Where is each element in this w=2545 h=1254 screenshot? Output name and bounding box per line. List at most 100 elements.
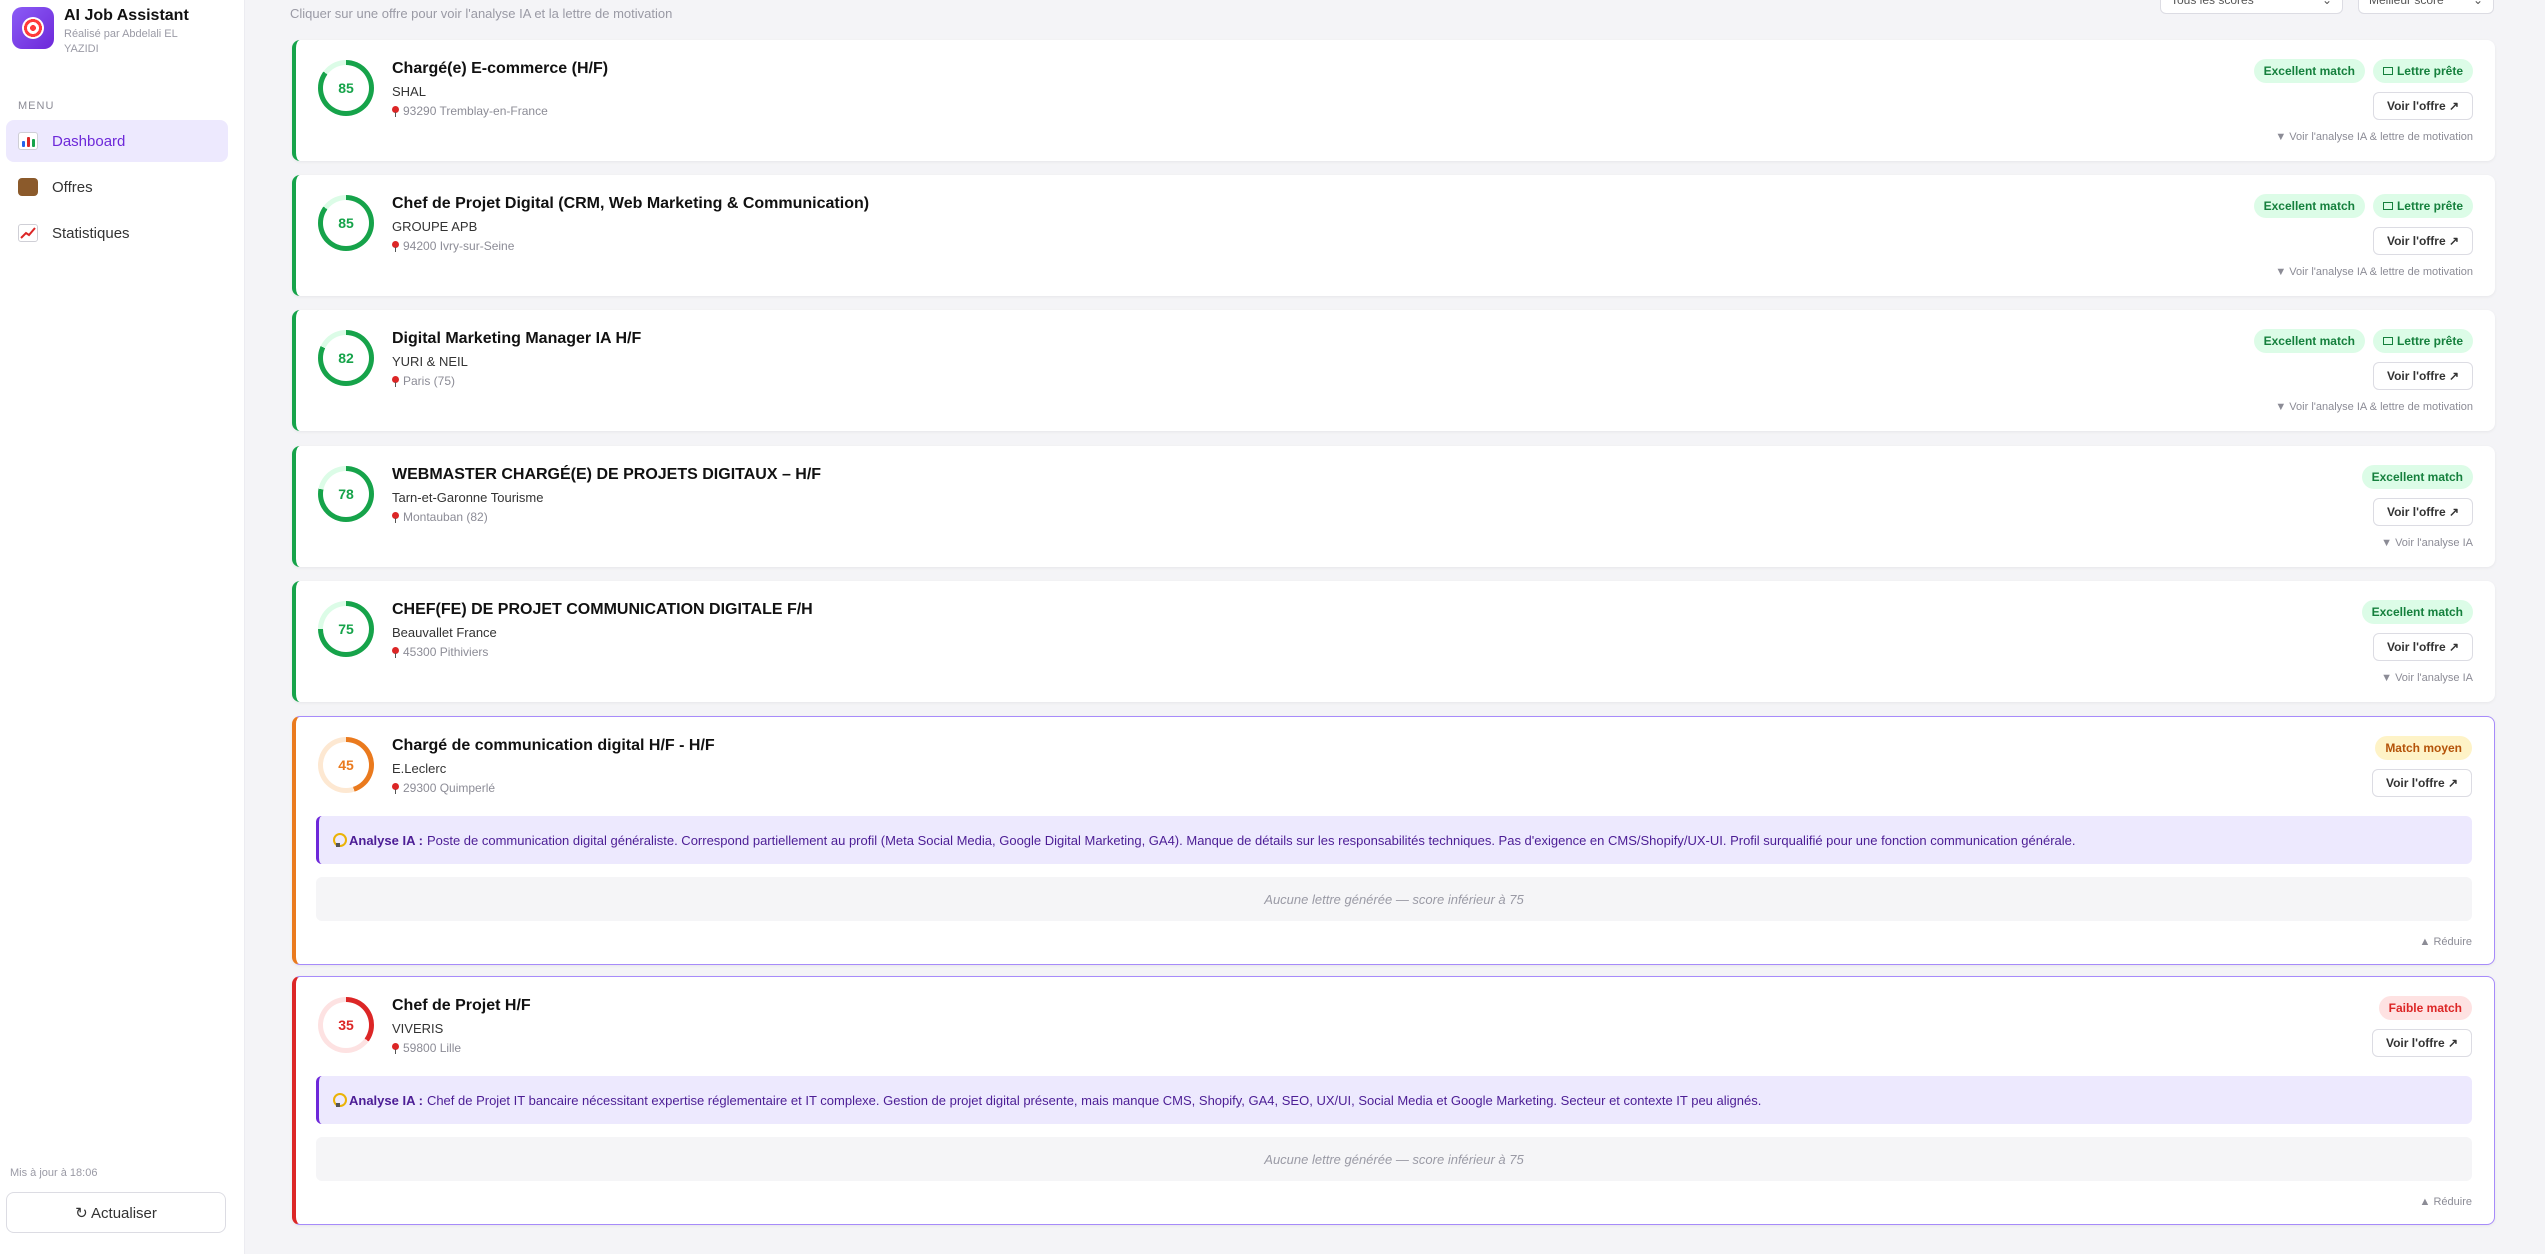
offer-card[interactable]: 85 Chargé(e) E-commerce (H/F) SHAL 93290…: [292, 40, 2495, 161]
offer-title: CHEF(FE) DE PROJET COMMUNICATION DIGITAL…: [392, 601, 813, 618]
offer-location: 93290 Tremblay-en-France: [392, 104, 548, 118]
expand-analysis-link[interactable]: ▼ Voir l'analyse IA: [2381, 537, 2473, 549]
score-filter-value: Tous les scores: [2171, 0, 2254, 7]
offer-card[interactable]: 82 Digital Marketing Manager IA H/F YURI…: [292, 310, 2495, 431]
offer-company: Beauvallet France: [392, 625, 497, 640]
sidebar-item-label: Dashboard: [52, 132, 126, 150]
view-offer-button[interactable]: Voir l'offre ↗: [2372, 769, 2472, 797]
collapse-link[interactable]: ▲ Réduire: [2420, 1196, 2472, 1208]
offer-title: Chef de Projet Digital (CRM, Web Marketi…: [392, 195, 870, 212]
briefcase-icon: [18, 178, 38, 196]
envelope-icon: [2382, 337, 2393, 345]
lightbulb-icon: [333, 833, 347, 847]
location-text: 93290 Tremblay-en-France: [403, 104, 548, 118]
offer-location: 29300 Quimperlé: [392, 781, 495, 795]
pin-icon: [392, 375, 399, 387]
expand-analysis-link[interactable]: ▼ Voir l'analyse IA & lettre de motivati…: [2275, 131, 2473, 143]
menu-label: MENU: [18, 100, 55, 112]
offer-card-expanded[interactable]: 45 Chargé de communication digital H/F -…: [292, 716, 2495, 965]
sidebar: AI Job Assistant Réalisé par Abdelali EL…: [0, 0, 245, 1254]
target-logo-icon: [12, 7, 54, 49]
pin-icon: [392, 105, 399, 117]
location-text: 45300 Pithiviers: [403, 645, 489, 659]
score-ring: 35: [318, 997, 374, 1053]
location-text: Montauban (82): [403, 510, 488, 524]
pin-icon: [392, 511, 399, 523]
match-badge: Excellent match: [2361, 465, 2473, 489]
ai-analysis-box: Analyse IA : Poste de communication digi…: [316, 816, 2472, 864]
offer-card-expanded[interactable]: 35 Chef de Projet H/F VIVERIS 59800 Lill…: [292, 976, 2495, 1225]
analysis-prefix: Analyse IA :: [349, 832, 423, 848]
score-filter-select[interactable]: Tous les scores ⌄: [2160, 0, 2343, 14]
location-text: 59800 Lille: [403, 1041, 462, 1055]
letter-ready-badge: Lettre prête: [2372, 194, 2473, 218]
view-offer-button[interactable]: Voir l'offre ↗: [2373, 227, 2473, 255]
score-ring: 82: [318, 330, 374, 386]
refresh-button[interactable]: ↻ Actualiser: [6, 1192, 226, 1233]
location-text: Paris (75): [403, 374, 456, 388]
view-offer-button[interactable]: Voir l'offre ↗: [2373, 362, 2473, 390]
badges: Excellent match Lettre prête: [2246, 194, 2473, 218]
envelope-icon: [2382, 67, 2393, 75]
offer-location: 59800 Lille: [392, 1041, 461, 1055]
score-ring: 75: [318, 601, 374, 657]
expand-analysis-link[interactable]: ▼ Voir l'analyse IA & lettre de motivati…: [2275, 266, 2473, 278]
chevron-down-icon: ⌄: [2321, 0, 2332, 7]
offer-card[interactable]: 78 WEBMASTER CHARGÉ(E) DE PROJETS DIGITA…: [292, 446, 2495, 567]
view-offer-button[interactable]: Voir l'offre ↗: [2372, 1029, 2472, 1057]
offer-location: 45300 Pithiviers: [392, 645, 488, 659]
pin-icon: [392, 240, 399, 252]
match-badge: Excellent match: [2253, 329, 2365, 353]
offer-card[interactable]: 75 CHEF(FE) DE PROJET COMMUNICATION DIGI…: [292, 581, 2495, 702]
offer-title: Chef de Projet H/F: [392, 997, 531, 1014]
pin-icon: [392, 782, 399, 794]
lightbulb-icon: [333, 1093, 347, 1107]
offer-location: Paris (75): [392, 374, 455, 388]
expand-analysis-link[interactable]: ▼ Voir l'analyse IA & lettre de motivati…: [2275, 401, 2473, 413]
view-offer-button[interactable]: Voir l'offre ↗: [2373, 498, 2473, 526]
score-value: 45: [338, 757, 354, 773]
offer-company: GROUPE APB: [392, 219, 478, 234]
score-ring: 85: [318, 195, 374, 251]
match-badge: Excellent match: [2253, 194, 2365, 218]
no-letter-notice: Aucune lettre générée — score inférieur …: [316, 877, 2472, 921]
pin-icon: [392, 646, 399, 658]
pin-icon: [392, 1042, 399, 1054]
sidebar-item-dashboard[interactable]: Dashboard: [6, 120, 228, 162]
sidebar-item-statistiques[interactable]: Statistiques: [6, 212, 228, 254]
view-offer-button[interactable]: Voir l'offre ↗: [2373, 633, 2473, 661]
offer-company: E.Leclerc: [392, 761, 447, 776]
score-value: 35: [338, 1017, 354, 1033]
offer-company: SHAL: [392, 84, 426, 99]
badges: Faible match: [2371, 996, 2472, 1020]
no-letter-notice: Aucune lettre générée — score inférieur …: [316, 1137, 2472, 1181]
analysis-text: Poste de communication digital généralis…: [426, 832, 2076, 848]
sidebar-item-label: Offres: [52, 178, 93, 196]
sidebar-item-offres[interactable]: Offres: [6, 166, 228, 208]
view-offer-button[interactable]: Voir l'offre ↗: [2373, 92, 2473, 120]
offer-location: 94200 Ivry-sur-Seine: [392, 239, 514, 253]
analysis-text: Chef de Projet IT bancaire nécessitant e…: [426, 1092, 1762, 1108]
offer-title: Chargé(e) E-commerce (H/F): [392, 60, 609, 77]
offer-title: Chargé de communication digital H/F - H/…: [392, 737, 715, 754]
chart-icon: [18, 132, 38, 150]
location-text: 29300 Quimperlé: [403, 781, 496, 795]
badges: Excellent match Lettre prête: [2246, 329, 2473, 353]
sort-select[interactable]: Meilleur score ⌄: [2358, 0, 2494, 14]
expand-analysis-link[interactable]: ▼ Voir l'analyse IA: [2381, 672, 2473, 684]
sidebar-item-label: Statistiques: [52, 224, 130, 242]
offer-title: WEBMASTER CHARGÉ(E) DE PROJETS DIGITAUX …: [392, 466, 822, 483]
letter-ready-text: Lettre prête: [2396, 334, 2463, 348]
badges: Excellent match: [2354, 600, 2473, 624]
match-badge: Excellent match: [2253, 59, 2365, 83]
app-subtitle: Réalisé par Abdelali EL YAZIDI: [64, 28, 178, 55]
letter-ready-text: Lettre prête: [2396, 199, 2463, 213]
last-updated: Mis à jour à 18:06: [10, 1167, 98, 1179]
chevron-down-icon: ⌄: [2472, 0, 2483, 7]
analysis-prefix: Analyse IA :: [349, 1092, 423, 1108]
collapse-link[interactable]: ▲ Réduire: [2420, 936, 2472, 948]
location-text: 94200 Ivry-sur-Seine: [403, 239, 515, 253]
badges: Excellent match: [2354, 465, 2473, 489]
envelope-icon: [2382, 202, 2393, 210]
offer-card[interactable]: 85 Chef de Projet Digital (CRM, Web Mark…: [292, 175, 2495, 296]
